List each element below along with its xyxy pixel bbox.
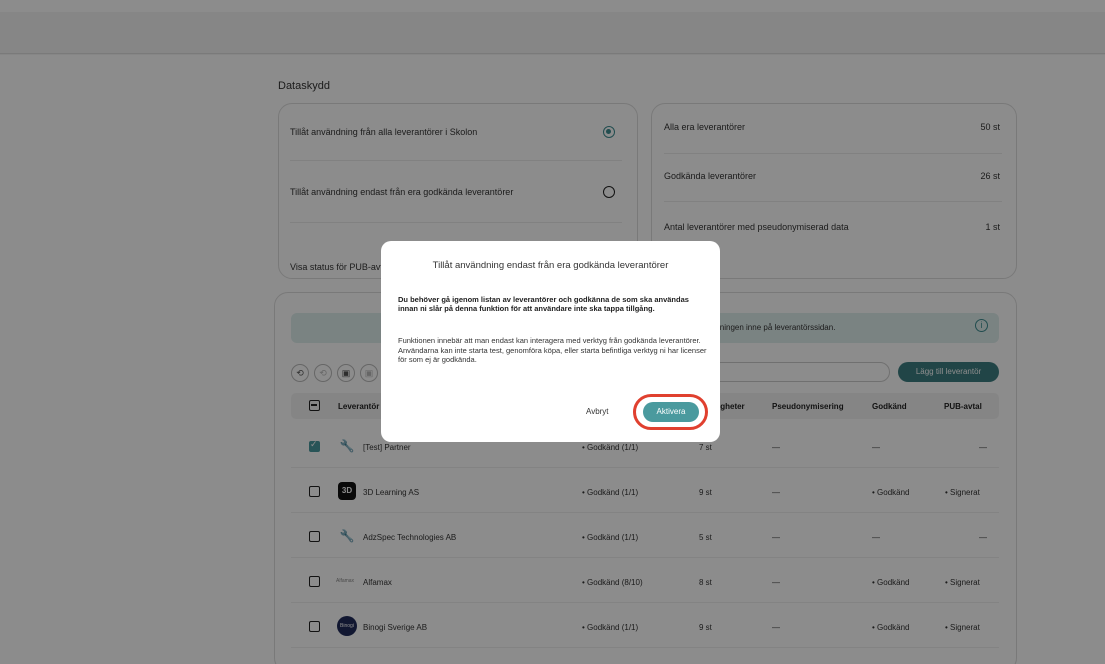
dialog-title: Tillåt användning endast från era godkän… — [432, 260, 669, 271]
dialog-warning-text: Du behöver gå igenom listan av leverantö… — [398, 295, 689, 313]
highlight-ring — [633, 394, 708, 430]
confirm-dialog: Tillåt användning endast från era godkän… — [381, 241, 720, 442]
cancel-button[interactable]: Avbryt — [586, 407, 609, 416]
dialog-body-text: Funktionen innebär att man endast kan in… — [398, 336, 707, 364]
